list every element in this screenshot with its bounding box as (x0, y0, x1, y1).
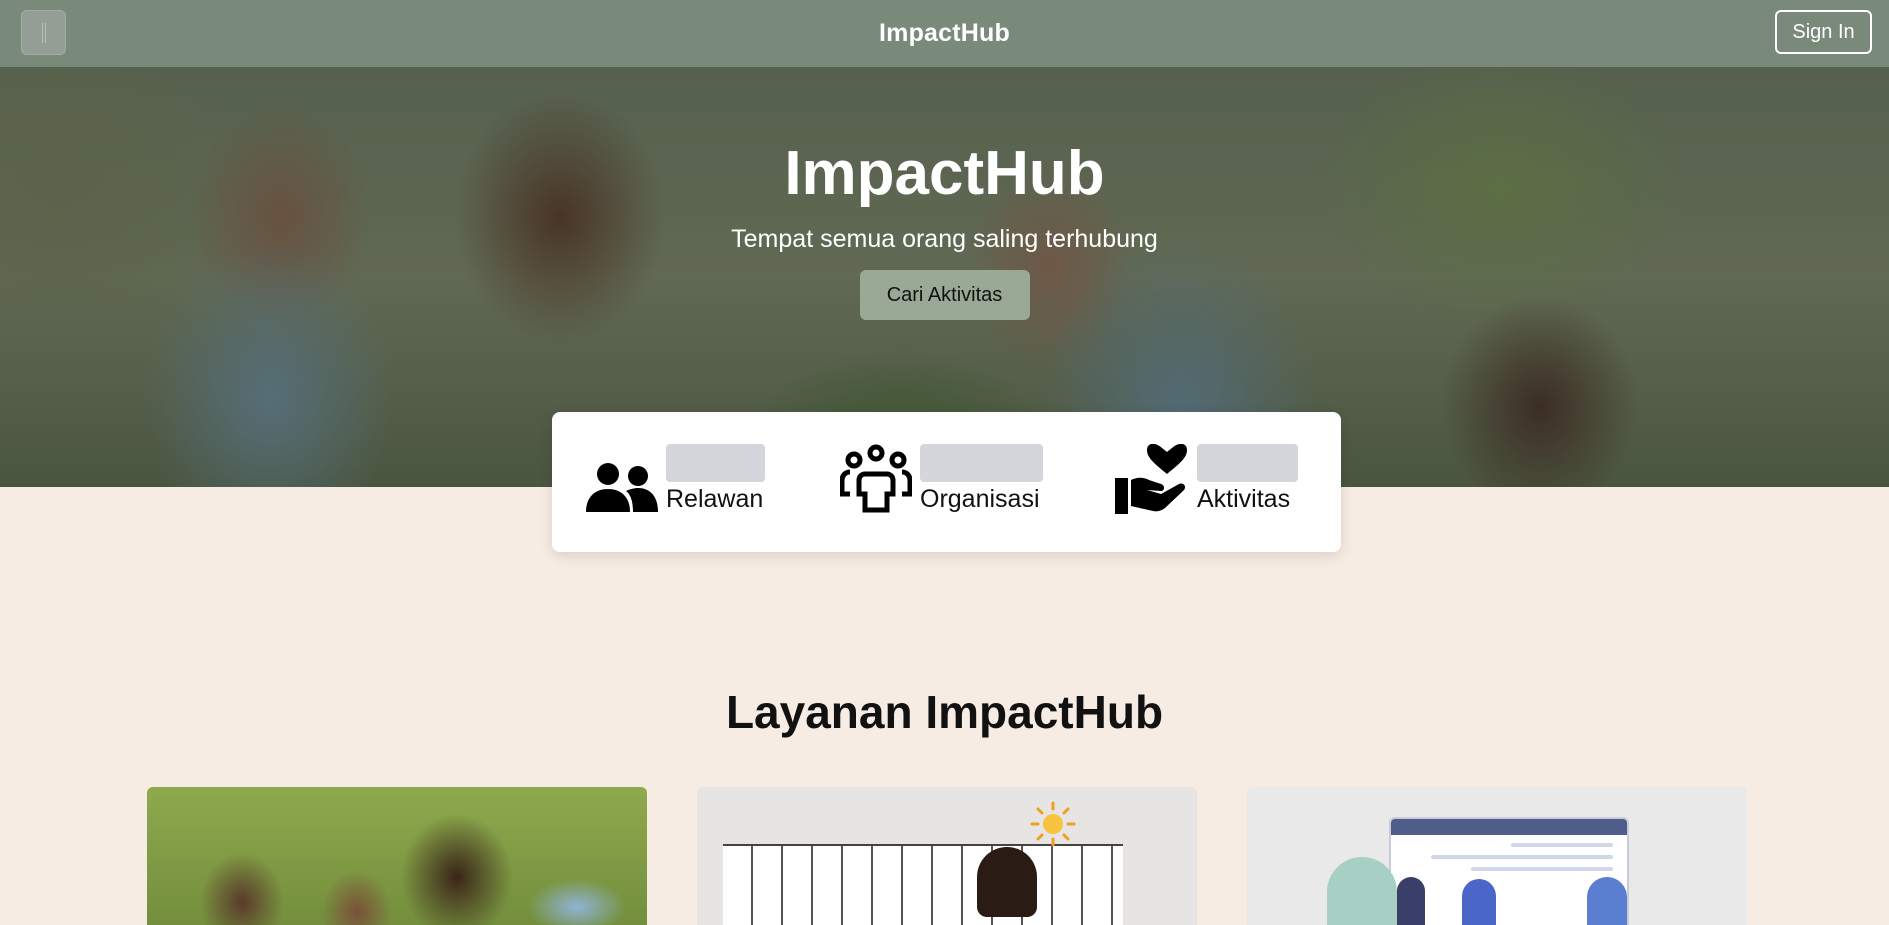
hero-title: ImpactHub (784, 139, 1105, 208)
menu-button[interactable] (21, 10, 66, 55)
search-activities-button[interactable]: Cari Aktivitas (859, 270, 1030, 320)
stat-activities: Aktivitas (1115, 444, 1298, 514)
service-card-collaboration-image[interactable] (697, 787, 1197, 925)
stat-label: Organisasi (920, 485, 1040, 513)
people-icon (586, 463, 658, 512)
stat-label: Relawan (666, 485, 764, 513)
top-navbar: ImpactHub Sign In (0, 0, 1889, 67)
stat-organizations: Organisasi (840, 444, 1043, 514)
activity-count-placeholder (1197, 444, 1298, 482)
whiteboard-illustration (723, 844, 1123, 925)
person-illustration (1397, 877, 1425, 925)
menu-icon (41, 22, 46, 43)
person-illustration (1587, 877, 1627, 925)
person-illustration (977, 847, 1037, 917)
stat-volunteers: Relawan (586, 444, 765, 514)
organization-count-placeholder (920, 444, 1043, 482)
volunteer-count-placeholder (666, 444, 765, 482)
sign-in-button[interactable]: Sign In (1775, 10, 1872, 54)
group-icon (840, 444, 912, 513)
stat-label: Aktivitas (1197, 485, 1291, 513)
services-title: Layanan ImpactHub (725, 686, 1164, 738)
stats-card: Relawan Organisasi Aktivitas (552, 412, 1341, 552)
service-card-volunteer-image[interactable] (147, 787, 647, 925)
service-card-online-image[interactable] (1247, 787, 1747, 925)
hero-subtitle: Tempat semua orang saling terhubung (731, 225, 1158, 253)
person-illustration (1462, 879, 1496, 925)
plant-illustration (1327, 857, 1397, 925)
brand-title[interactable]: ImpactHub (879, 19, 1010, 48)
hand-heart-icon (1115, 444, 1187, 514)
lightbulb-icon (1030, 801, 1076, 847)
